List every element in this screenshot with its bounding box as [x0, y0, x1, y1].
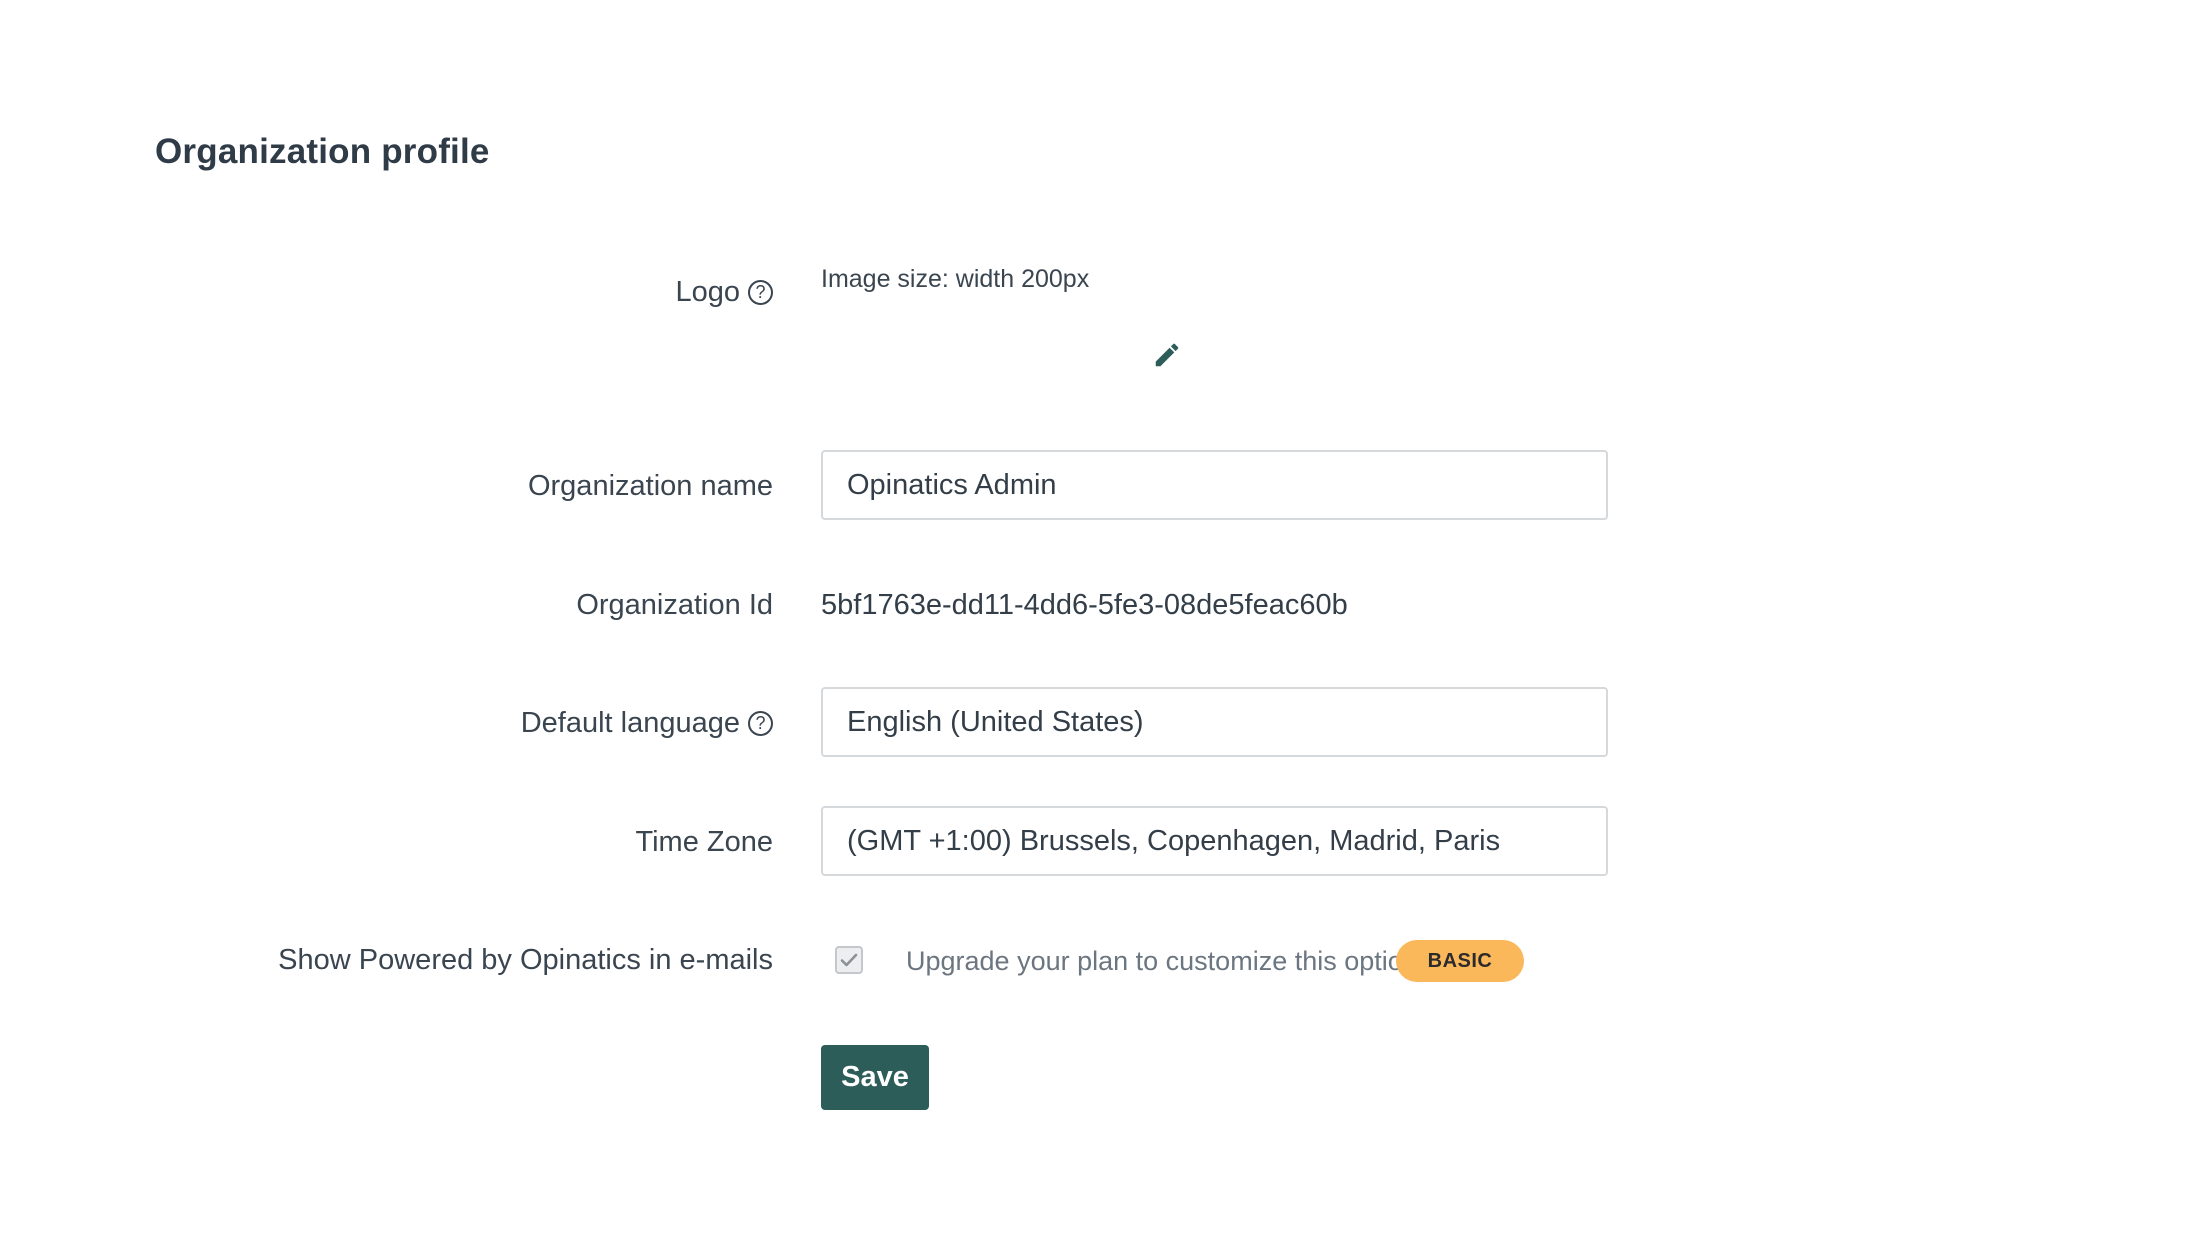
- default-language-label: Default language ?: [521, 707, 773, 740]
- logo-label-text: Logo: [675, 276, 740, 308]
- time-zone-label: Time Zone: [635, 826, 773, 859]
- help-icon[interactable]: ?: [748, 711, 773, 736]
- organization-id-label: Organization Id: [576, 589, 773, 622]
- pencil-icon[interactable]: [1152, 340, 1182, 370]
- organization-profile-page: Organization profile Logo ? Image size: …: [0, 0, 2204, 1250]
- logo-size-hint: Image size: width 200px: [821, 265, 1090, 293]
- organization-name-label-text: Organization name: [527, 470, 773, 502]
- organization-id-value: 5bf1763e-dd11-4dd6-5fe3-08de5feac60b: [821, 589, 1348, 621]
- time-zone-select[interactable]: (GMT +1:00) Brussels, Copenhagen, Madrid…: [821, 806, 1608, 876]
- powered-by-checkbox[interactable]: [835, 946, 863, 974]
- powered-by-label-text: Show Powered by Opinatics in e-mails: [278, 944, 773, 976]
- default-language-label-text: Default language: [520, 707, 740, 739]
- default-language-select[interactable]: English (United States): [821, 687, 1608, 757]
- organization-name-input[interactable]: [821, 450, 1608, 520]
- powered-by-label: Show Powered by Opinatics in e-mails: [278, 944, 773, 977]
- help-icon[interactable]: ?: [748, 280, 773, 305]
- plan-badge: BASIC: [1396, 940, 1524, 982]
- default-language-value: English (United States): [847, 705, 1144, 738]
- checkmark-icon: [840, 953, 858, 967]
- logo-label: Logo ?: [675, 276, 773, 309]
- organization-name-label: Organization name: [528, 470, 773, 503]
- organization-id-label-text: Organization Id: [576, 589, 773, 621]
- time-zone-label-text: Time Zone: [635, 826, 773, 858]
- page-title: Organization profile: [155, 132, 490, 171]
- save-button[interactable]: Save: [821, 1045, 929, 1110]
- upgrade-plan-text: Upgrade your plan to customize this opti…: [906, 946, 1418, 976]
- time-zone-value: (GMT +1:00) Brussels, Copenhagen, Madrid…: [847, 824, 1501, 857]
